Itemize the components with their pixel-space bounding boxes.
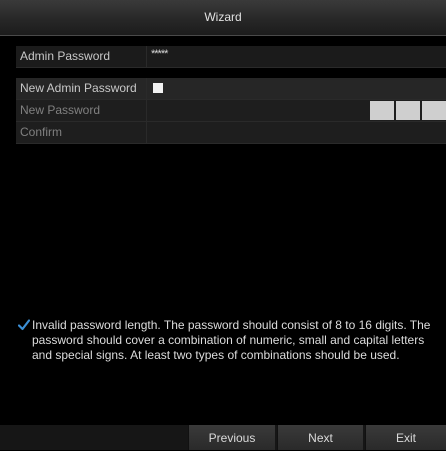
new-admin-password-row: New Admin Password xyxy=(16,78,446,100)
exit-button[interactable]: Exit xyxy=(365,425,446,450)
password-notice: Invalid password length. The password sh… xyxy=(18,318,438,363)
title-bar: Wizard xyxy=(0,0,446,36)
button-bar: Previous Next Exit xyxy=(0,425,446,450)
new-password-label: New Password xyxy=(16,100,147,121)
strength-block xyxy=(422,101,446,120)
admin-password-row: Admin Password ***** xyxy=(16,46,446,68)
notice-text: Invalid password length. The password sh… xyxy=(32,318,431,362)
strength-block xyxy=(370,101,394,120)
confirm-row: Confirm xyxy=(16,122,446,144)
new-password-row: New Password xyxy=(16,100,446,122)
new-admin-password-label: New Admin Password xyxy=(16,78,147,99)
new-admin-password-checkbox[interactable] xyxy=(153,83,163,93)
previous-button[interactable]: Previous xyxy=(188,425,275,450)
new-admin-password-cell xyxy=(147,78,446,99)
new-password-field[interactable] xyxy=(147,100,446,121)
password-form: Admin Password ***** New Admin Password … xyxy=(16,46,446,144)
admin-password-masked-value: ***** xyxy=(151,48,168,60)
admin-password-field[interactable]: ***** xyxy=(147,46,446,67)
password-strength-meter xyxy=(370,101,446,120)
confirm-field[interactable] xyxy=(147,122,446,143)
confirm-label: Confirm xyxy=(16,122,147,143)
strength-block xyxy=(396,101,420,120)
window-title: Wizard xyxy=(204,10,242,24)
row-spacer xyxy=(16,68,446,78)
next-button[interactable]: Next xyxy=(277,425,363,450)
checkmark-icon xyxy=(18,319,30,331)
admin-password-label: Admin Password xyxy=(16,46,147,67)
